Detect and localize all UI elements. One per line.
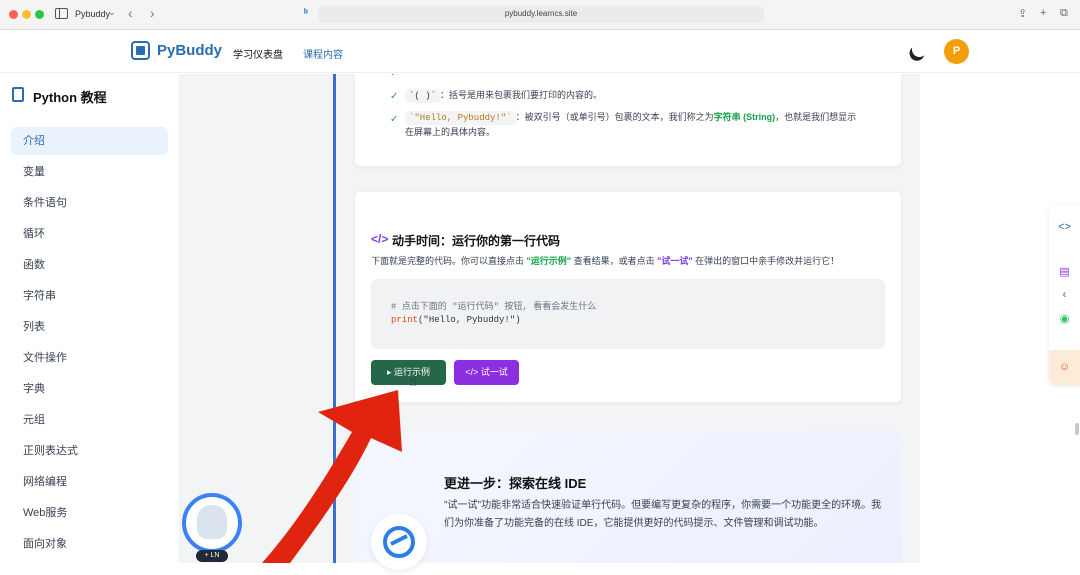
play-circle-icon[interactable]: ◉ <box>1049 312 1080 325</box>
mascot-badge: + LN <box>196 550 228 562</box>
robot-assistant-button[interactable]: ☺ <box>1049 350 1080 385</box>
robot-icon: ☺ <box>1058 361 1071 373</box>
notes-icon[interactable]: ▤ <box>1049 265 1080 278</box>
mascot-avatar <box>197 505 227 539</box>
red-arrow-annotation <box>262 390 402 563</box>
floating-toolbar: <> ▤ ‹ ◉ ☺ <box>1049 205 1080 385</box>
collapse-chevron-icon[interactable]: ‹ <box>1049 289 1080 301</box>
code-view-icon[interactable]: <> <box>1049 221 1080 233</box>
scrollbar[interactable] <box>1075 423 1079 435</box>
